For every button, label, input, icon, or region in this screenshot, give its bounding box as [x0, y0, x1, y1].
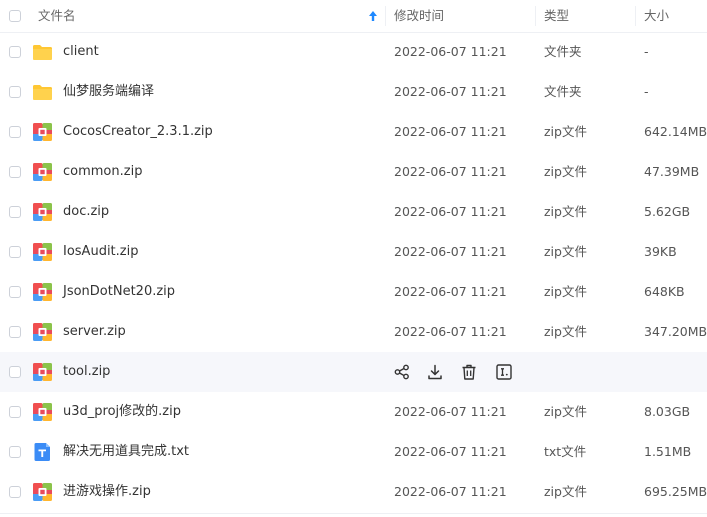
file-row[interactable]: CocosCreator_2.3.1.zip 2022-06-07 11:21 zi…: [0, 112, 707, 152]
modified-time: 2022-06-07 11:21: [394, 44, 507, 59]
file-name[interactable]: CocosCreator_2.3.1.zip: [63, 112, 213, 152]
zip-icon: [33, 283, 52, 301]
file-row[interactable]: 仙梦服务端编译 2022-06-07 11:21 文件夹 -: [0, 72, 707, 112]
column-divider: [385, 6, 386, 26]
row-checkbox[interactable]: [9, 166, 21, 178]
modified-time: 2022-06-07 11:21: [394, 124, 507, 139]
file-list-header: 文件名 修改时间 类型 大小: [0, 0, 707, 33]
column-header-size[interactable]: 大小: [644, 0, 669, 32]
file-type: 文件夹: [544, 44, 582, 59]
file-type: txt文件: [544, 444, 587, 459]
modified-time: 2022-06-07 11:21: [394, 444, 507, 459]
column-header-type[interactable]: 类型: [544, 0, 569, 32]
row-checkbox[interactable]: [9, 406, 21, 418]
file-type: zip文件: [544, 324, 587, 339]
folder-icon: [33, 45, 52, 60]
more-icon[interactable]: [495, 363, 513, 381]
file-row[interactable]: 解决无用道具完成.txt 2022-06-07 11:21 txt文件 1.51MB: [0, 432, 707, 472]
file-row[interactable]: common.zip 2022-06-07 11:21 zip文件 47.39MB: [0, 152, 707, 192]
download-icon[interactable]: [426, 363, 444, 381]
zip-icon: [33, 123, 52, 141]
modified-time: 2022-06-07 11:21: [394, 284, 507, 299]
file-row[interactable]: 进游戏操作.zip 2022-06-07 11:21 zip文件 695.25MB: [0, 472, 707, 512]
modified-time: 2022-06-07 11:21: [394, 484, 507, 499]
file-type: zip文件: [544, 164, 587, 179]
folder-icon: [33, 85, 52, 100]
sort-ascending-icon[interactable]: [367, 9, 379, 23]
file-type: 文件夹: [544, 84, 582, 99]
row-checkbox[interactable]: [9, 206, 21, 218]
file-row[interactable]: JsonDotNet20.zip 2022-06-07 11:21 zip文件 648…: [0, 272, 707, 312]
column-header-modified[interactable]: 修改时间: [394, 0, 444, 32]
file-size: 347.20MB: [644, 324, 707, 339]
row-checkbox[interactable]: [9, 446, 21, 458]
row-checkbox[interactable]: [9, 326, 21, 338]
row-checkbox[interactable]: [9, 286, 21, 298]
file-row[interactable]: u3d_proj修改的.zip 2022-06-07 11:21 zip文件 8.03…: [0, 392, 707, 432]
file-type: zip文件: [544, 204, 587, 219]
delete-icon[interactable]: [460, 363, 478, 381]
file-name[interactable]: u3d_proj修改的.zip: [63, 392, 181, 432]
file-size: -: [644, 44, 649, 59]
file-name[interactable]: IosAudit.zip: [63, 232, 138, 272]
file-row[interactable]: IosAudit.zip 2022-06-07 11:21 zip文件 39KB: [0, 232, 707, 272]
file-name[interactable]: tool.zip: [63, 352, 110, 392]
select-all-checkbox[interactable]: [9, 10, 21, 22]
column-divider: [635, 6, 636, 26]
zip-icon: [33, 323, 52, 341]
file-size: 1.51MB: [644, 444, 692, 459]
file-row[interactable]: client 2022-06-07 11:21 文件夹 -: [0, 32, 707, 72]
zip-icon: [33, 203, 52, 221]
file-row[interactable]: tool.zip: [0, 352, 707, 392]
modified-time: 2022-06-07 11:21: [394, 324, 507, 339]
row-checkbox[interactable]: [9, 86, 21, 98]
modified-time: 2022-06-07 11:21: [394, 244, 507, 259]
file-name[interactable]: 进游戏操作.zip: [63, 472, 151, 512]
file-name[interactable]: doc.zip: [63, 192, 109, 232]
zip-icon: [33, 483, 52, 501]
file-name[interactable]: JsonDotNet20.zip: [63, 272, 175, 312]
modified-time: 2022-06-07 11:21: [394, 164, 507, 179]
zip-icon: [33, 243, 52, 261]
file-size: 5.62GB: [644, 204, 691, 219]
file-name[interactable]: 解决无用道具完成.txt: [63, 432, 189, 472]
file-size: 39KB: [644, 244, 677, 259]
file-name[interactable]: server.zip: [63, 312, 126, 352]
file-type: zip文件: [544, 124, 587, 139]
row-checkbox[interactable]: [9, 366, 21, 378]
file-size: 8.03GB: [644, 404, 691, 419]
file-size: -: [644, 84, 649, 99]
file-type: zip文件: [544, 484, 587, 499]
file-size: 648KB: [644, 284, 685, 299]
file-type: zip文件: [544, 404, 587, 419]
list-bottom-border: [0, 513, 707, 514]
txt-icon: [34, 443, 50, 461]
zip-icon: [33, 403, 52, 421]
share-icon[interactable]: [393, 363, 411, 381]
file-name[interactable]: 仙梦服务端编译: [63, 72, 154, 112]
file-size: 642.14MB: [644, 124, 707, 139]
file-row[interactable]: doc.zip 2022-06-07 11:21 zip文件 5.62GB: [0, 192, 707, 232]
row-checkbox[interactable]: [9, 126, 21, 138]
modified-time: 2022-06-07 11:21: [394, 204, 507, 219]
zip-icon: [33, 363, 52, 381]
zip-icon: [33, 163, 52, 181]
row-checkbox[interactable]: [9, 46, 21, 58]
file-type: zip文件: [544, 244, 587, 259]
file-size: 695.25MB: [644, 484, 707, 499]
file-size: 47.39MB: [644, 164, 700, 179]
modified-time: 2022-06-07 11:21: [394, 84, 507, 99]
file-row[interactable]: server.zip 2022-06-07 11:21 zip文件 347.20MB: [0, 312, 707, 352]
modified-time: 2022-06-07 11:21: [394, 404, 507, 419]
row-checkbox[interactable]: [9, 246, 21, 258]
row-checkbox[interactable]: [9, 486, 21, 498]
column-divider: [535, 6, 536, 26]
file-name[interactable]: common.zip: [63, 152, 142, 192]
file-name[interactable]: client: [63, 32, 99, 72]
file-type: zip文件: [544, 284, 587, 299]
column-header-name[interactable]: 文件名: [38, 0, 76, 32]
